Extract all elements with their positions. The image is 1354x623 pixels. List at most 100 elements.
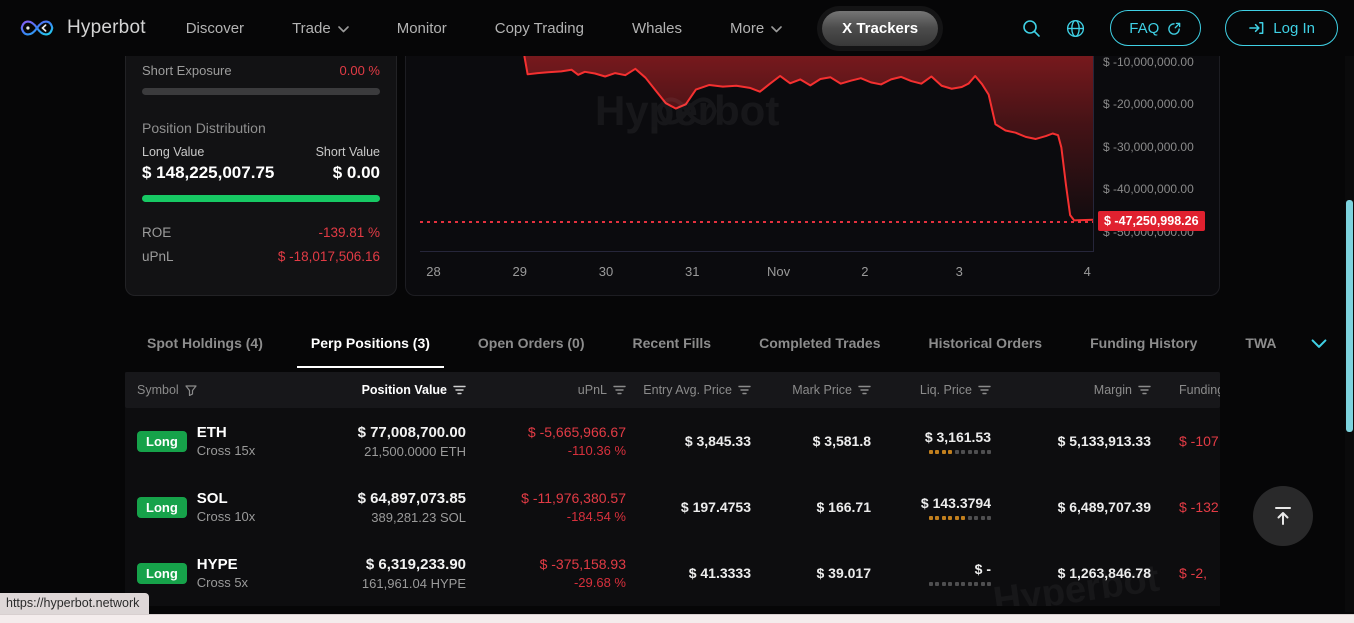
liq-risk-meter xyxy=(928,515,991,520)
upnl-area-chart[interactable]: Hyperbot xyxy=(420,56,1094,252)
upnl-cell: $ -375,158.93 -29.68 % xyxy=(539,556,626,590)
x-axis-tick-label: 28 xyxy=(426,264,441,279)
vertical-scrollbar-thumb[interactable] xyxy=(1346,200,1353,432)
column-header-position-value[interactable]: Position Value xyxy=(315,383,480,397)
column-label: Funding ( xyxy=(1179,383,1220,397)
upnl-value: $ -18,017,506.16 xyxy=(277,249,380,265)
sort-icon xyxy=(453,385,466,395)
column-header-margin[interactable]: Margin xyxy=(1005,383,1165,397)
mark-price-cell: $ 3,581.8 xyxy=(812,433,871,449)
nav-menu: Discover Trade Monitor Copy Trading Whales Mo… xyxy=(186,20,782,37)
entry-price-cell: $ 3,845.33 xyxy=(684,433,751,449)
liq-risk-meter xyxy=(928,581,991,586)
position-row-hype[interactable]: Long HYPE Cross 5x $ 6,319,233.90 161,961… xyxy=(125,540,1220,606)
column-label: Entry Avg. Price xyxy=(643,383,732,397)
x-axis-tick-label: Nov xyxy=(767,264,791,279)
nav-item-copy-trading[interactable]: Copy Trading xyxy=(495,20,584,37)
side-badge: Long xyxy=(137,562,187,584)
tab-funding-history[interactable]: Funding History xyxy=(1076,320,1211,368)
x-axis-tick-label: 30 xyxy=(598,264,614,279)
short-exposure-label: Short Exposure xyxy=(142,63,232,78)
position-value-cell: $ 6,319,233.90 161,961.04 HYPE xyxy=(361,555,466,591)
column-header-entry-avg-price[interactable]: Entry Avg. Price xyxy=(640,383,765,397)
position-row-eth[interactable]: Long ETH Cross 15x $ 77,008,700.00 21,500… xyxy=(125,408,1220,474)
side-badge: Long xyxy=(137,496,187,518)
sort-icon xyxy=(738,385,751,395)
tab-completed-trades[interactable]: Completed Trades xyxy=(745,320,894,368)
faq-button[interactable]: FAQ xyxy=(1110,10,1202,46)
tabs-overflow-chevron-icon[interactable] xyxy=(1311,320,1331,368)
tab-twa[interactable]: TWA xyxy=(1231,320,1290,368)
column-header-liq-price[interactable]: Liq. Price xyxy=(885,383,1005,397)
external-link-icon xyxy=(1167,21,1182,36)
tab-spot-holdings-4[interactable]: Spot Holdings (4) xyxy=(133,320,277,368)
login-label: Log In xyxy=(1273,19,1315,37)
nav-item-label: Whales xyxy=(631,19,682,37)
column-label: Margin xyxy=(1093,383,1132,397)
x-axis-tick-label: 29 xyxy=(512,264,527,279)
table-header: Symbol Position Value uPnL Entry Avg. Price… xyxy=(125,372,1220,408)
search-icon[interactable] xyxy=(1021,18,1041,38)
tab-recent-fills[interactable]: Recent Fills xyxy=(619,320,726,368)
nav-item-x-trackers[interactable]: X Trackers xyxy=(822,10,939,46)
perp-positions-table: Symbol Position Value uPnL Entry Avg. Price… xyxy=(125,372,1220,606)
nav-item-trade[interactable]: Trade xyxy=(292,20,349,37)
upnl-cell: $ -11,976,380.57 -184.54 % xyxy=(521,490,626,524)
position-distribution-title: Position Distribution xyxy=(142,120,266,136)
position-row-sol[interactable]: Long SOL Cross 10x $ 64,897,073.85 389,28… xyxy=(125,474,1220,540)
login-button[interactable]: Log In xyxy=(1225,10,1338,46)
symbol-cell: Long ETH Cross 15x xyxy=(125,424,315,458)
short-exposure-value: 0.00 % xyxy=(339,63,380,78)
symbol-cell: Long HYPE Cross 5x xyxy=(125,556,315,590)
nav-item-whales[interactable]: Whales xyxy=(632,20,682,37)
side-badge: Long xyxy=(137,430,187,452)
x-axis-tick-label: 4 xyxy=(1083,264,1091,279)
positions-tabs: Spot Holdings (4) Perp Positions (3) Open … xyxy=(125,320,1326,368)
brand[interactable]: Hyperbot xyxy=(16,7,146,49)
column-header-symbol[interactable]: Symbol xyxy=(125,383,315,397)
faq-label: FAQ xyxy=(1129,19,1160,37)
login-arrow-icon xyxy=(1248,20,1265,36)
leverage-label: Cross 15x xyxy=(196,443,256,458)
column-header-upnl[interactable]: uPnL xyxy=(480,383,640,397)
nav-item-more[interactable]: More xyxy=(730,20,782,37)
entry-price-cell: $ 197.4753 xyxy=(680,499,751,515)
scroll-to-top-button[interactable] xyxy=(1253,486,1313,546)
tab-perp-positions-3[interactable]: Perp Positions (3) xyxy=(296,320,444,368)
x-axis-tick-label: 2 xyxy=(861,264,869,279)
upnl-cell: $ -5,665,966.67 -110.36 % xyxy=(527,424,626,458)
table-body: Long ETH Cross 15x $ 77,008,700.00 21,500… xyxy=(125,408,1220,606)
window-bottom-edge xyxy=(0,614,1354,623)
funding-cell: $ -107, xyxy=(1179,433,1220,449)
symbol-name: ETH xyxy=(196,424,227,441)
nav-item-discover[interactable]: Discover xyxy=(186,20,244,37)
liq-risk-meter xyxy=(928,449,991,454)
column-label: Position Value xyxy=(361,383,447,397)
column-header-mark-price[interactable]: Mark Price xyxy=(765,383,885,397)
chevron-down-icon xyxy=(337,25,349,33)
language-globe-icon[interactable] xyxy=(1065,18,1086,39)
tab-historical-orders[interactable]: Historical Orders xyxy=(914,320,1056,368)
tab-open-orders-0[interactable]: Open Orders (0) xyxy=(464,320,599,368)
symbol-cell: Long SOL Cross 10x xyxy=(125,490,315,524)
position-value-cell: $ 64,897,073.85 389,281.23 SOL xyxy=(357,489,466,525)
upnl-chart-card: Hyperbot $ -10,000,000.00 $ -20,000,000.0… xyxy=(405,56,1220,296)
short-value-label: Short Value xyxy=(315,145,380,159)
mark-price-cell: $ 166.71 xyxy=(816,499,872,515)
long-short-distribution-bar xyxy=(142,195,380,203)
column-label: uPnL xyxy=(577,383,607,397)
liq-price-cell: $ 143.3794 xyxy=(885,495,1005,520)
margin-cell: $ 6,489,707.39 xyxy=(1057,499,1151,515)
leverage-label: Cross 5x xyxy=(196,575,249,590)
column-header-funding[interactable]: Funding ( xyxy=(1165,383,1220,397)
nav-item-monitor[interactable]: Monitor xyxy=(397,20,447,37)
x-axis-tick-label: 31 xyxy=(685,264,700,279)
filter-funnel-icon xyxy=(185,384,197,396)
roe-value: -139.81 % xyxy=(318,225,380,241)
y-axis-tick-label: $ -10,000,000.00 xyxy=(1103,56,1194,69)
vertical-scrollbar[interactable] xyxy=(1345,56,1354,612)
roe-label: ROE xyxy=(142,225,172,241)
nav-right: FAQ Log In xyxy=(1021,10,1338,46)
nav-item-label: Trade xyxy=(292,19,331,37)
short-exposure-bar xyxy=(142,88,380,95)
